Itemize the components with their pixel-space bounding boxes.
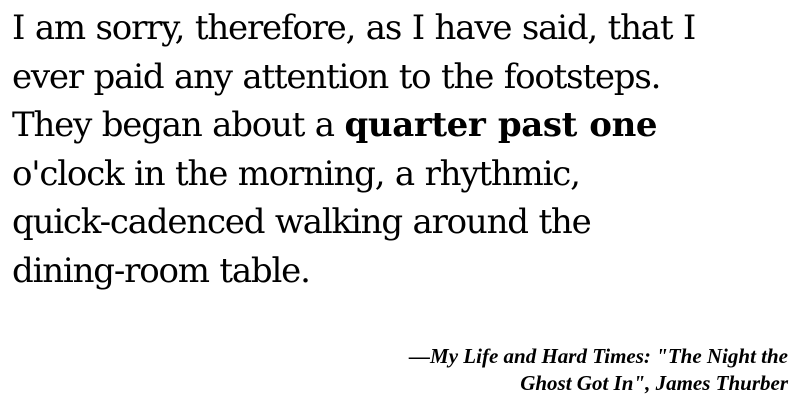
quote-line: o'clock in the morning, a rhythmic, bbox=[12, 153, 581, 194]
quote-line: dining-room table. bbox=[12, 250, 311, 291]
quote-line: I am sorry, therefore, as I have said, t… bbox=[12, 8, 696, 48]
quote-emphasis: quarter past one bbox=[344, 105, 658, 145]
quote-line: quick-cadenced walking around the bbox=[12, 202, 592, 242]
quote-attribution: —My Life and Hard Times: "The Night the … bbox=[228, 343, 788, 397]
quote-line: They began about a quarter past one bbox=[12, 101, 792, 150]
quote-line: ever paid any attention to the footsteps… bbox=[12, 56, 661, 97]
attribution-line: Ghost Got In", James Thurber bbox=[520, 371, 788, 395]
quote-line-text: They began about a bbox=[12, 105, 345, 145]
quote-text: I am sorry, therefore, as I have said, t… bbox=[12, 4, 792, 295]
attribution-line: —My Life and Hard Times: "The Night the bbox=[409, 344, 788, 368]
